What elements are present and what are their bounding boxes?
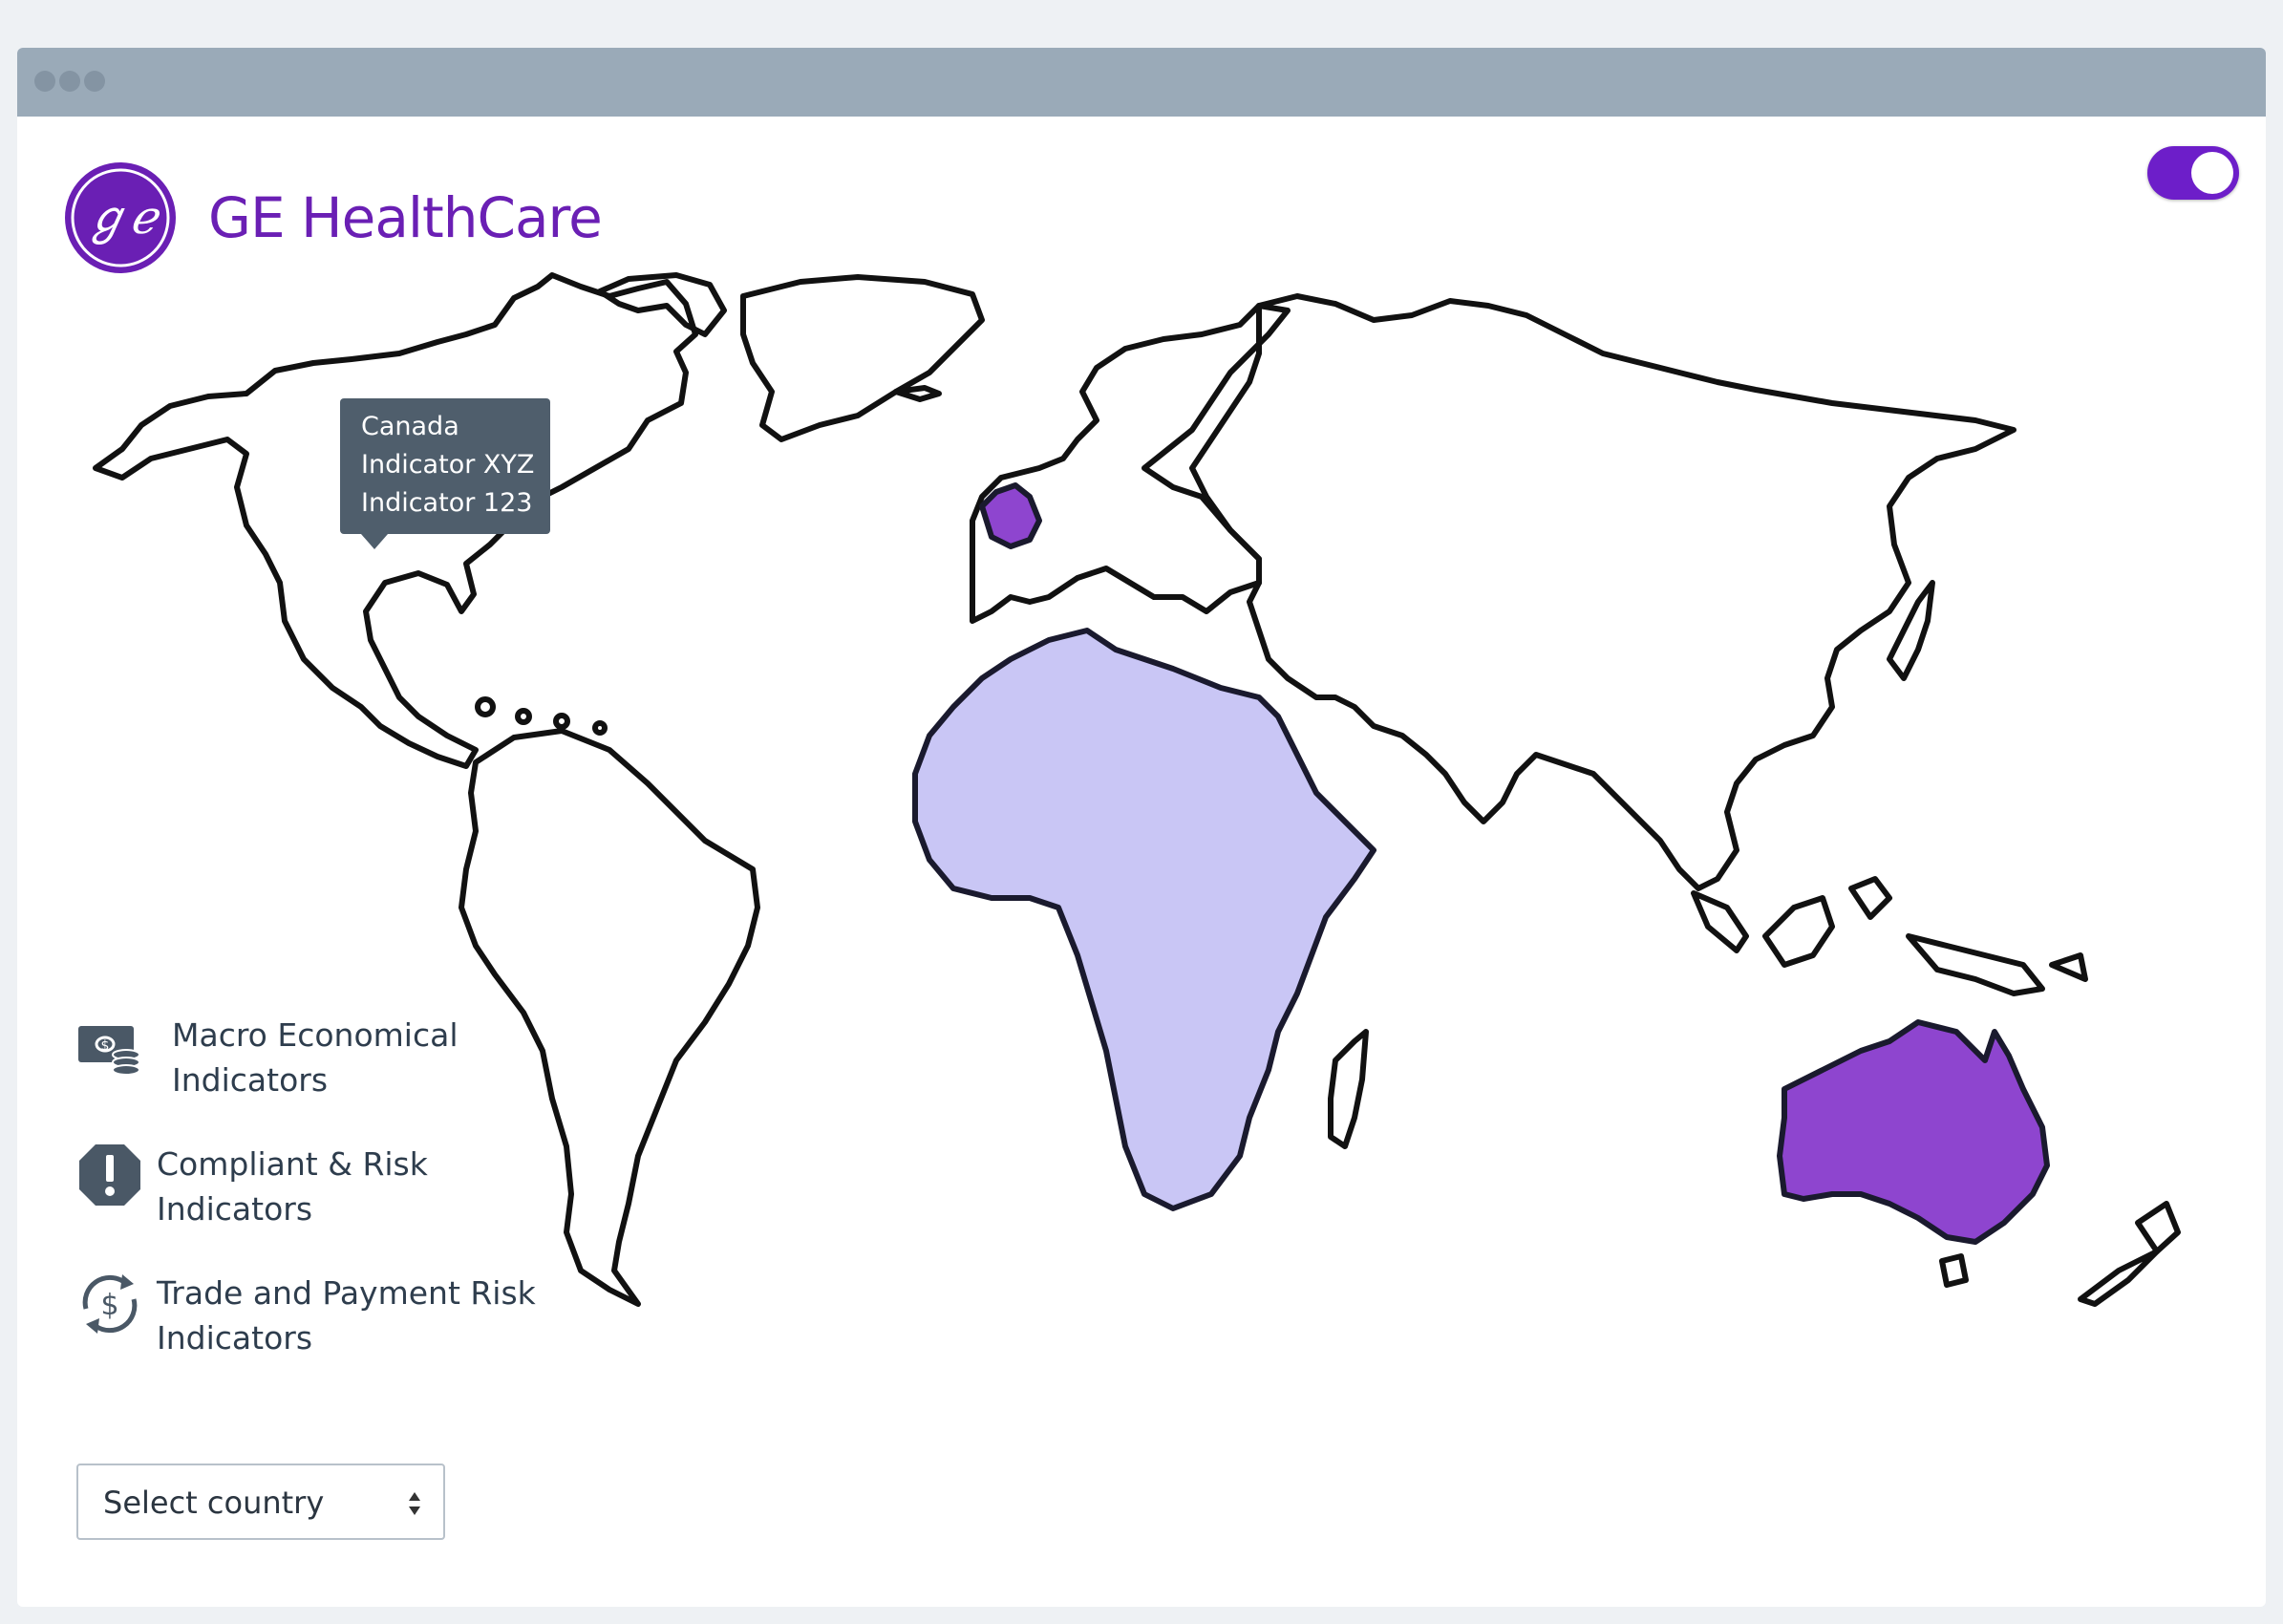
country-tooltip: Canada Indicator XYZ Indicator 123 <box>340 398 550 549</box>
legend-label: Compliant & Risk <box>157 1145 428 1183</box>
greenland-outline[interactable] <box>740 274 985 442</box>
legend-label: Indicators <box>157 1190 313 1228</box>
app-window: ℊℯ GE HealthCare Canada Indicator XYZ In… <box>17 48 2266 1607</box>
legend-item-compliance[interactable]: Compliant & Risk Indicators <box>76 1142 428 1231</box>
toggle-knob <box>2191 152 2233 194</box>
svg-text:$: $ <box>100 1289 118 1322</box>
south-america-outline[interactable] <box>459 728 760 1307</box>
africa-outline[interactable] <box>912 628 1376 1211</box>
svg-text:ℊℯ: ℊℯ <box>84 191 161 245</box>
legend-item-macro[interactable]: $ Macro Economical Indicators <box>76 1013 459 1102</box>
legend-label: Indicators <box>172 1061 329 1099</box>
brand-name: GE HealthCare <box>208 185 603 250</box>
currency-exchange-icon: $ <box>82 1274 138 1334</box>
uk-outline[interactable] <box>979 482 1042 549</box>
tooltip-line: Indicator XYZ <box>361 450 535 480</box>
money-coins-icon: $ <box>78 1026 140 1076</box>
tooltip-country: Canada <box>361 412 459 441</box>
brand-logo[interactable]: ℊℯ GE HealthCare <box>63 160 603 275</box>
alert-octagon-icon <box>79 1144 140 1206</box>
legend-label: Macro Economical <box>172 1016 459 1054</box>
tooltip-line: Indicator 123 <box>361 488 533 518</box>
select-placeholder: Select country <box>103 1485 325 1521</box>
legend-label: Trade and Payment Risk <box>157 1274 536 1312</box>
svg-text:$: $ <box>101 1038 110 1054</box>
legend-item-trade[interactable]: $ Trade and Payment Risk Indicators <box>76 1271 536 1360</box>
australia-outline[interactable] <box>1777 1019 2050 1245</box>
country-select[interactable]: Select country <box>76 1464 445 1540</box>
europe-outline[interactable] <box>970 303 1291 624</box>
ge-monogram-icon: ℊℯ <box>65 162 176 273</box>
world-map <box>93 272 2181 1307</box>
sort-arrows-icon <box>409 1492 420 1515</box>
view-toggle[interactable] <box>2147 146 2239 200</box>
legend-label: Indicators <box>157 1319 313 1357</box>
